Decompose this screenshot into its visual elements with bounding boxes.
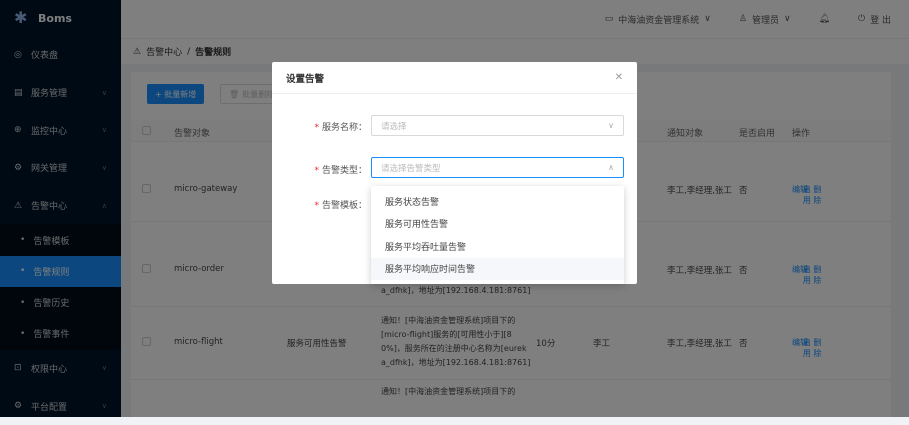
alarm-type-dropdown: 服务状态告警 服务可用性告警 服务平均吞吐量告警 服务平均响应时间告警 <box>371 186 624 284</box>
dialog-title: 设置告警 <box>272 62 637 94</box>
chevron-up-icon: ∧ <box>608 163 614 172</box>
close-icon[interactable]: ✕ <box>615 72 623 83</box>
service-label-text: 服务名称： <box>321 123 367 133</box>
template-label: * 告警模板： <box>314 201 367 211</box>
alarm-type-placeholder: 请选择告警类型 <box>381 163 441 174</box>
service-placeholder: 请选择 <box>381 121 407 132</box>
dropdown-option[interactable]: 服务平均吞吐量告警 <box>371 235 624 258</box>
service-label: * 服务名称： <box>314 123 367 133</box>
chevron-down-icon: ∨ <box>608 121 614 130</box>
template-label-text: 告警模板： <box>321 201 367 211</box>
alarm-type-select[interactable]: 请选择告警类型 ∧ <box>371 157 624 178</box>
alarm-type-label: * 告警类型： <box>314 166 367 176</box>
service-select[interactable]: 请选择 ∨ <box>371 115 624 136</box>
alarm-type-label-text: 告警类型： <box>321 166 367 176</box>
dropdown-option[interactable]: 服务状态告警 <box>371 190 624 213</box>
dropdown-option[interactable]: 服务可用性告警 <box>371 213 624 236</box>
dropdown-option[interactable]: 服务平均响应时间告警 <box>371 257 624 280</box>
